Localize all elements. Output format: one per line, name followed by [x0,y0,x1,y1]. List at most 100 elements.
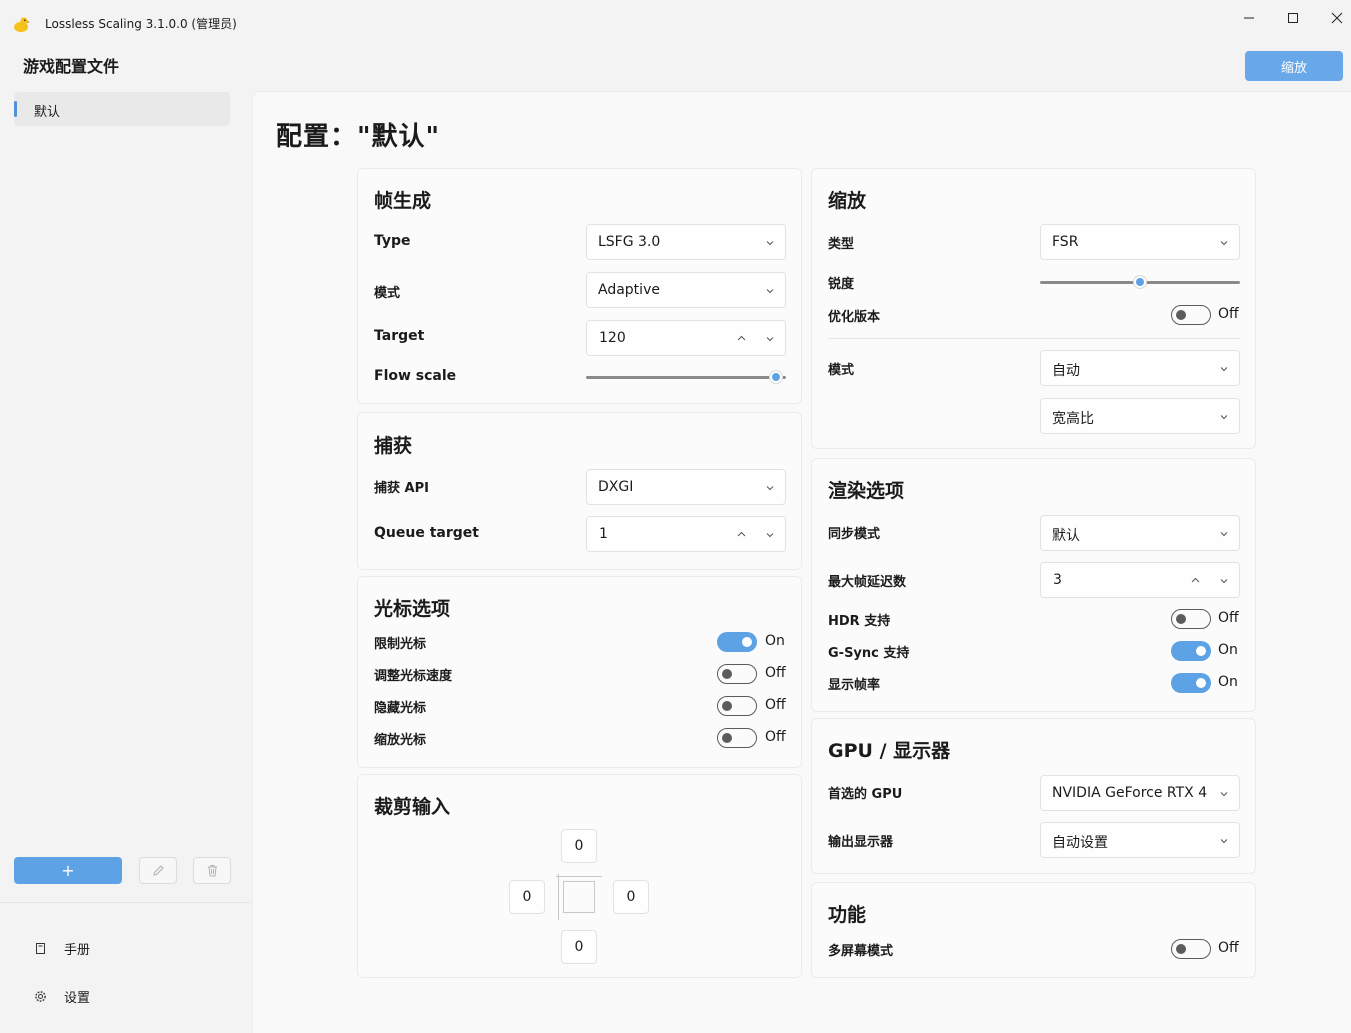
type-value: LSFG 3.0 [598,234,661,250]
pencil-icon [152,865,164,876]
slider-track [586,376,786,379]
chevron-down-icon [1220,532,1228,537]
capture-api-label: 捕获 API [374,481,429,496]
show-fps-toggle[interactable] [1171,673,1211,693]
cursor-option-label: 隐藏光标 [374,701,427,716]
nav-manual-label: 手册 [64,942,91,958]
toggle-state: On [765,633,785,649]
mode-dropdown[interactable]: Adaptive [586,272,786,308]
toggle-knob [722,733,732,743]
gsync-toggle[interactable] [1171,641,1211,661]
toggle-state: On [1218,674,1238,690]
multi-screen-toggle[interactable] [1171,939,1211,959]
capture-api-value: DXGI [598,479,634,495]
slider-thumb[interactable] [1133,275,1147,289]
close-icon [1331,12,1343,24]
delete-profile-button[interactable] [193,857,231,884]
max-latency-stepper[interactable]: 3 [1040,562,1240,598]
scaling-mode-label: 模式 [828,363,855,378]
crop-right-input[interactable]: 0 [613,880,649,914]
profile-item-default[interactable]: 默认 [14,92,230,126]
scale-cursor-toggle[interactable] [717,728,757,748]
queue-target-stepper[interactable]: 1 [586,516,786,552]
selected-marker [14,101,17,117]
toggle-knob [742,637,752,647]
sync-mode-value: 默认 [1052,528,1080,544]
scaling-mode-value: 自动 [1052,363,1080,379]
chevron-up-icon[interactable] [736,333,747,344]
output-display-value: 自动设置 [1052,835,1108,851]
frame-gen-card: 帧生成 Type LSFG 3.0 模式 Adaptive Target 120… [357,168,802,404]
duck-logo-icon [14,17,30,32]
flow-scale-slider[interactable] [586,370,786,384]
add-profile-button[interactable]: + [14,857,122,884]
sharpness-slider[interactable] [1040,275,1240,289]
edit-profile-button[interactable] [139,857,177,884]
chevron-down-icon [1220,241,1228,246]
show-fps-label: 显示帧率 [828,678,881,693]
book-icon [36,942,45,954]
output-display-dropdown[interactable]: 自动设置 [1040,822,1240,858]
sidebar: 游戏配置文件 默认 + 手册 设置 [0,44,250,1033]
maximize-button[interactable] [1270,4,1316,32]
close-button[interactable] [1314,4,1351,32]
cursor-card: 光标选项 限制光标 On 调整光标速度 Off 隐藏光标 Off 缩放光标 Of… [357,576,802,768]
crop-left-input[interactable]: 0 [509,880,545,914]
optimized-toggle[interactable] [1171,305,1211,325]
chevron-up-icon[interactable] [736,529,747,540]
crop-bottom-input[interactable]: 0 [561,930,597,964]
preferred-gpu-value: NVIDIA GeForce RTX 4 [1052,785,1208,801]
toggle-knob [1176,944,1186,954]
hide-cursor-toggle[interactable] [717,696,757,716]
target-stepper[interactable]: 120 [586,320,786,356]
limit-cursor-toggle[interactable] [717,632,757,652]
target-label: Target [374,328,425,344]
nav-manual[interactable]: 手册 [34,938,90,958]
chevron-down-icon [766,241,774,246]
scaling-type-dropdown[interactable]: FSR [1040,224,1240,260]
sharpness-label: 锐度 [828,277,855,292]
target-value: 120 [599,330,626,346]
profile-label: 默认 [34,105,61,120]
features-card: 功能 多屏幕模式 Off [811,882,1256,978]
crop-top-input[interactable]: 0 [561,829,597,863]
chevron-down-icon[interactable] [765,334,775,344]
cursor-speed-toggle[interactable] [717,664,757,684]
hdr-toggle[interactable] [1171,609,1211,629]
window-title: Lossless Scaling 3.1.0.0 (管理员) [45,17,237,31]
chevron-up-icon[interactable] [1190,575,1201,586]
toggle-state: Off [765,697,786,713]
toggle-state: On [1218,642,1238,658]
nav-settings-label: 设置 [64,990,91,1006]
capture-api-dropdown[interactable]: DXGI [586,469,786,505]
nav-settings[interactable]: 设置 [34,986,90,1006]
chevron-down-icon [1220,839,1228,844]
aspect-ratio-dropdown[interactable]: 宽高比 [1040,398,1240,434]
sync-mode-label: 同步模式 [828,527,881,542]
type-dropdown[interactable]: LSFG 3.0 [586,224,786,260]
chevron-down-icon [1220,415,1228,420]
capture-card: 捕获 捕获 API DXGI Queue target 1 [357,412,802,570]
render-title: 渲染选项 [828,480,905,502]
scale-button[interactable]: 缩放 [1245,51,1343,81]
mode-value: Adaptive [598,282,660,298]
minimize-button[interactable] [1226,4,1272,32]
max-latency-value: 3 [1053,572,1062,588]
frame-gen-title: 帧生成 [374,190,432,212]
sidebar-title: 游戏配置文件 [23,57,120,76]
optimized-label: 优化版本 [828,310,881,325]
aspect-ratio-value: 宽高比 [1052,411,1094,427]
toggle-knob [1196,646,1206,656]
scaling-mode-dropdown[interactable]: 自动 [1040,350,1240,386]
toggle-knob [1176,310,1186,320]
toggle-knob [722,669,732,679]
toggle-state: Off [765,665,786,681]
preferred-gpu-dropdown[interactable]: NVIDIA GeForce RTX 4 [1040,775,1240,811]
crop-title: 裁剪输入 [374,796,451,818]
chevron-down-icon[interactable] [765,530,775,540]
slider-thumb[interactable] [769,370,783,384]
scaling-type-label: 类型 [828,237,855,252]
chevron-down-icon[interactable] [1219,576,1229,586]
sync-mode-dropdown[interactable]: 默认 [1040,515,1240,551]
gpu-title: GPU / 显示器 [828,740,951,762]
